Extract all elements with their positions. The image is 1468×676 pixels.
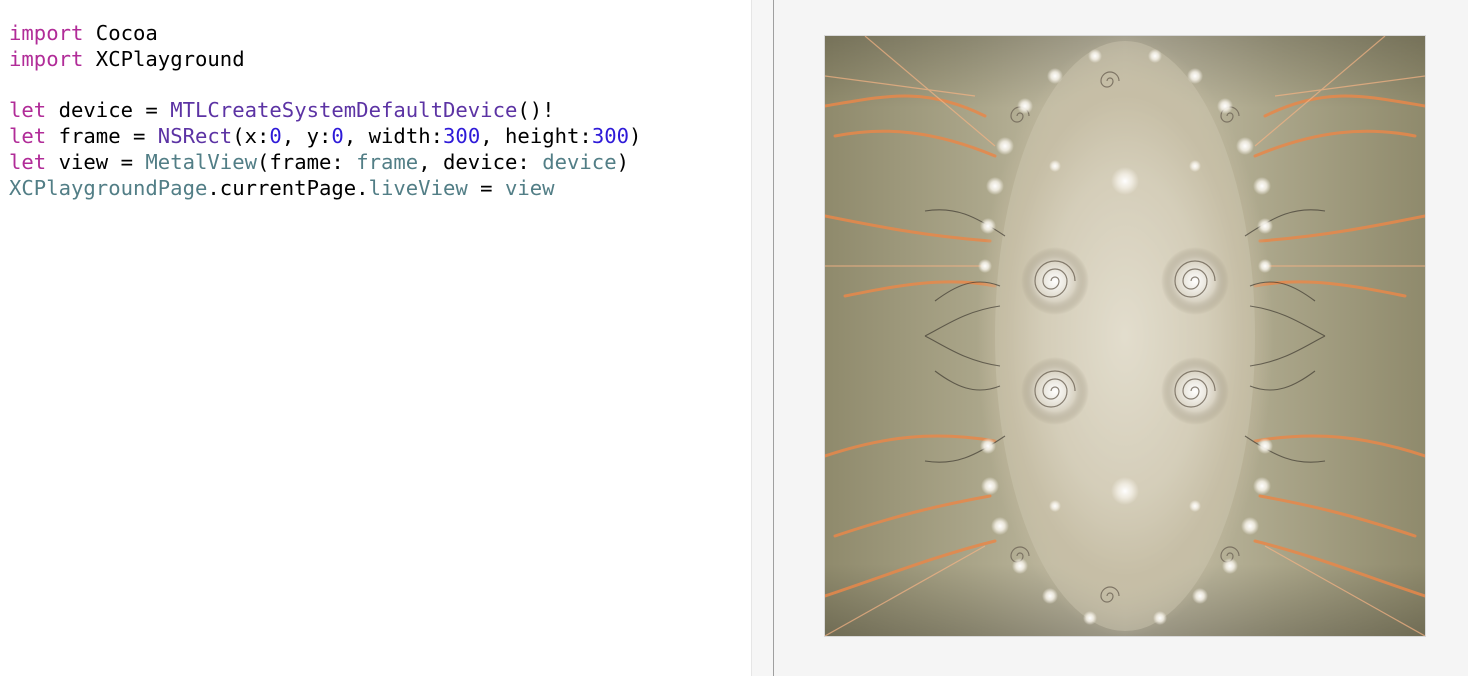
code-token: XCPlayground (83, 46, 245, 71)
code-token: MetalView (145, 149, 257, 174)
code-token: = (467, 175, 505, 200)
code-token: import (9, 21, 84, 45)
code-token: , y: (281, 124, 332, 149)
code-token: device = (46, 98, 171, 123)
code-token: device (542, 149, 617, 174)
live-view (825, 36, 1425, 636)
code-token: MTLCreateSystemDefaultDevice (170, 98, 518, 123)
code-token: 0 (331, 124, 344, 149)
code-token: , device: (418, 149, 543, 174)
code-token: let (9, 98, 47, 123)
code-token: XCPlaygroundPage (9, 175, 208, 200)
code-line[interactable]: import XCPlayground (9, 47, 751, 73)
code-line[interactable]: let frame = NSRect(x:0, y:0, width:300, … (9, 124, 751, 150)
code-token: view (504, 175, 555, 200)
code-token: , height: (480, 124, 592, 149)
code-token: let (9, 149, 47, 174)
code-token: liveView (368, 175, 468, 200)
code-token: frame = (46, 124, 158, 149)
code-token: , width: (343, 124, 444, 149)
code-token: let (9, 124, 47, 149)
code-token: (x: (232, 124, 270, 149)
fractal-image (825, 36, 1425, 636)
code-token: 300 (443, 124, 481, 149)
code-line[interactable]: import Cocoa (9, 21, 751, 47)
code-token: ()! (517, 98, 555, 123)
code-token: import (9, 46, 84, 71)
code-editor[interactable]: import Cocoa import XCPlayground let devic… (0, 0, 752, 676)
code-token: (frame: (257, 149, 357, 174)
code-line[interactable]: let view = MetalView(frame: frame, devic… (9, 150, 751, 176)
assistant-editor-pane (774, 0, 1468, 676)
code-token: frame (356, 149, 419, 174)
code-token: 300 (591, 124, 630, 149)
code-token: view = (46, 149, 146, 174)
code-line[interactable]: XCPlaygroundPage.currentPage.liveView = … (9, 176, 751, 202)
code-token: Cocoa (83, 21, 158, 45)
code-line[interactable] (9, 73, 751, 99)
pane-splitter[interactable] (752, 0, 775, 676)
code-token: ) (616, 149, 630, 174)
code-line[interactable]: let device = MTLCreateSystemDefaultDevic… (9, 98, 751, 124)
code-token: NSRect (157, 124, 233, 149)
code-token: 0 (269, 124, 282, 149)
code-token: .currentPage. (207, 175, 369, 200)
playground-window: import Cocoa import XCPlayground let devic… (0, 0, 1468, 676)
code-token: ) (629, 124, 642, 149)
